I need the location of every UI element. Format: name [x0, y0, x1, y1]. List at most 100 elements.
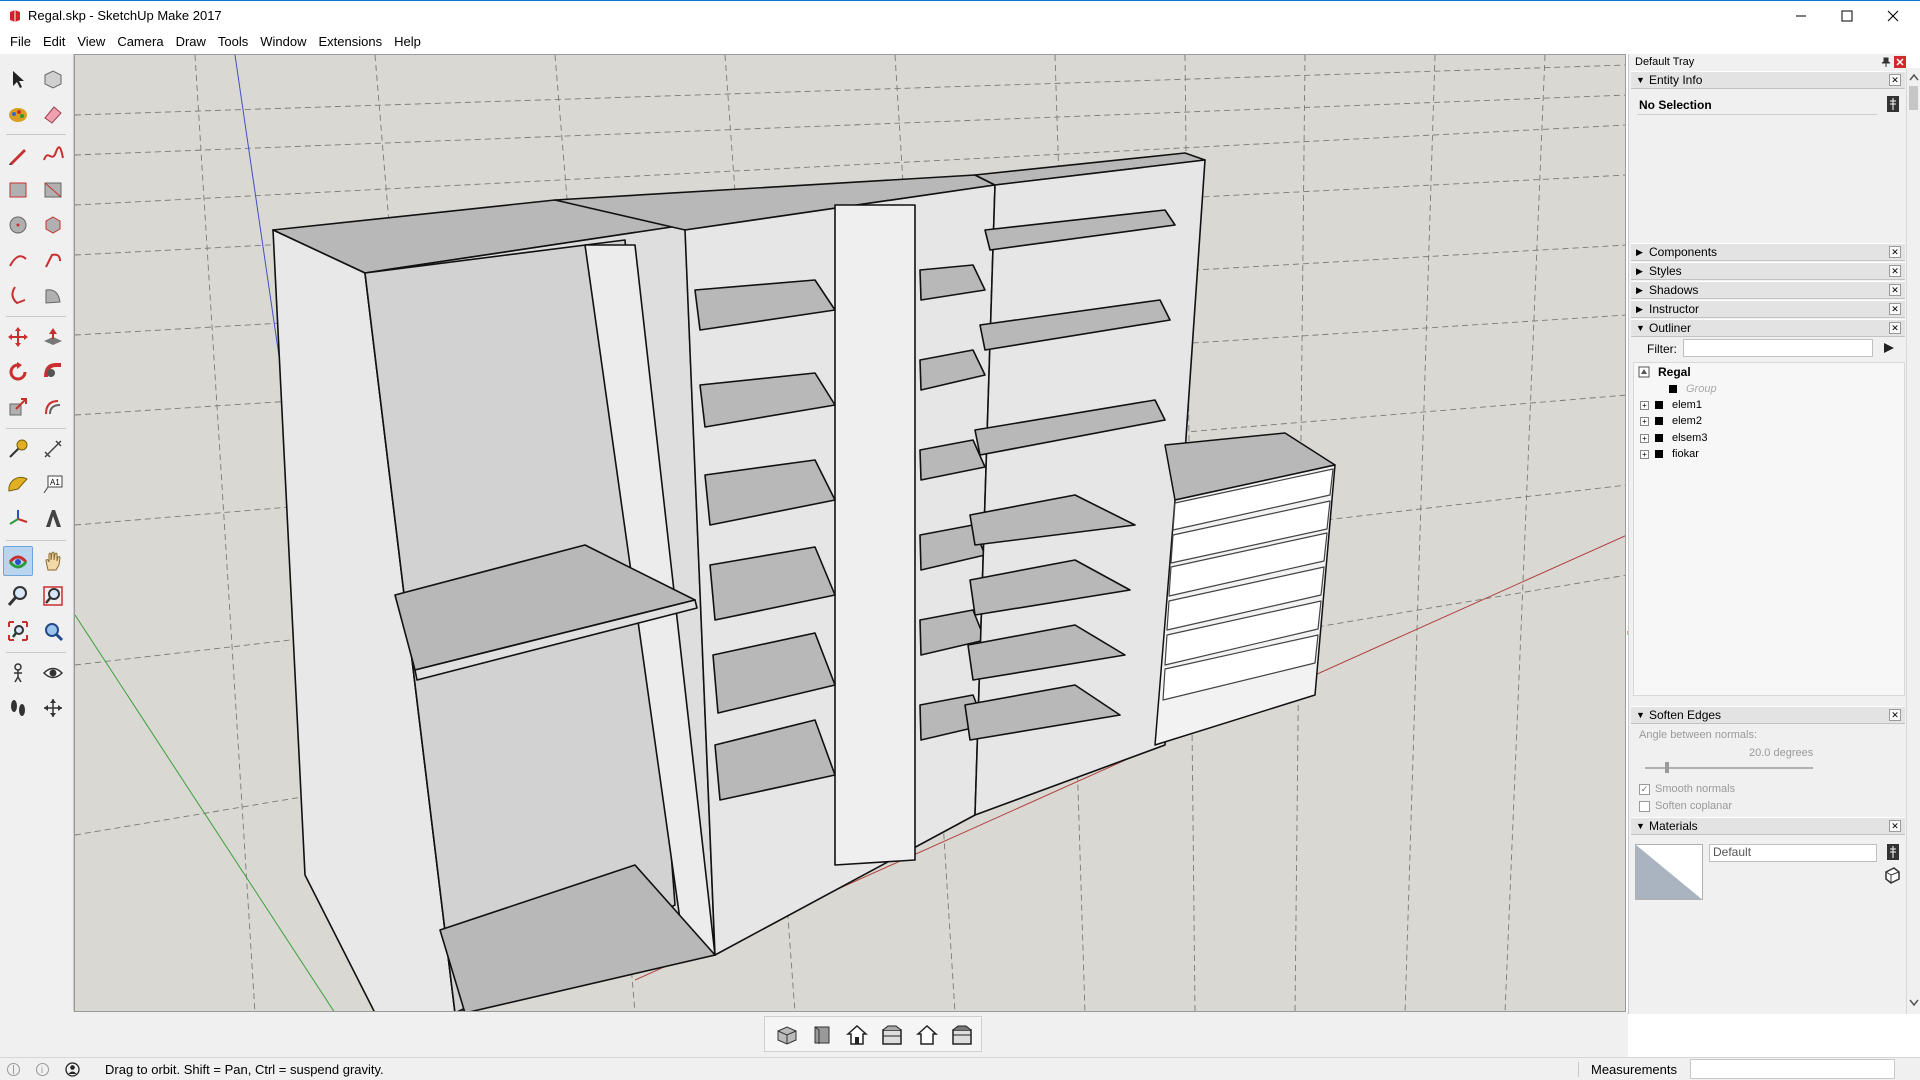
3d-text-tool[interactable] [38, 504, 68, 534]
outliner-item[interactable]: Group [1654, 381, 1717, 397]
rotated-rectangle-tool[interactable] [38, 175, 68, 205]
user-account-icon[interactable] [65, 1062, 80, 1077]
expand-plus-icon[interactable]: + [1640, 400, 1649, 410]
styles-header[interactable]: ▶ Styles ✕ [1631, 262, 1905, 280]
outliner-item[interactable]: + fiokar [1640, 446, 1699, 462]
scroll-down-icon[interactable] [1908, 998, 1920, 1008]
zoom-window-tool[interactable] [38, 581, 68, 611]
soften-coplanar-row[interactable]: Soften coplanar [1639, 800, 1732, 812]
smooth-normals-checkbox[interactable]: ✓ [1639, 783, 1650, 795]
menu-extensions[interactable]: Extensions [313, 32, 389, 52]
material-name-field[interactable]: Default [1709, 844, 1877, 862]
menu-window[interactable]: Window [254, 32, 312, 52]
three-point-arc-tool[interactable] [3, 280, 33, 310]
drawing-viewport[interactable] [74, 54, 1626, 1012]
view-front-button[interactable] [843, 1022, 871, 1048]
axes-tool[interactable] [3, 504, 33, 534]
outliner-options-arrow-icon[interactable] [1881, 340, 1897, 356]
details-toggle-icon[interactable] [1887, 844, 1899, 860]
smooth-normals-row[interactable]: ✓ Smooth normals [1639, 783, 1735, 795]
maximize-button[interactable] [1824, 1, 1870, 31]
dimension-tool[interactable] [38, 434, 68, 464]
orbit-tool[interactable] [3, 546, 33, 576]
outliner-root[interactable]: Regal [1638, 364, 1691, 380]
menu-help[interactable]: Help [388, 32, 427, 52]
minimize-button[interactable] [1778, 1, 1824, 31]
outliner-header[interactable]: ▼ Outliner ✕ [1631, 319, 1905, 337]
entity-info-header[interactable]: ▼ Entity Info ✕ [1631, 71, 1905, 89]
measurements-input[interactable] [1690, 1059, 1895, 1079]
tray-close-button[interactable] [1894, 56, 1906, 68]
menu-edit[interactable]: Edit [37, 32, 71, 52]
section-plane-tool[interactable] [38, 693, 68, 723]
panel-close-icon[interactable]: ✕ [1889, 820, 1901, 832]
soften-coplanar-checkbox[interactable] [1639, 800, 1650, 812]
panel-close-icon[interactable]: ✕ [1889, 246, 1901, 258]
soften-edges-header[interactable]: ▼ Soften Edges ✕ [1631, 706, 1905, 724]
line-tool[interactable] [3, 140, 33, 170]
zoom-extents-tool[interactable] [3, 616, 33, 646]
eraser-tool[interactable] [38, 99, 68, 129]
arc-tool[interactable] [3, 245, 33, 275]
model-canvas[interactable] [75, 55, 1626, 1012]
angle-slider-track[interactable] [1645, 767, 1813, 769]
previous-view-tool[interactable] [38, 616, 68, 646]
sample-paint-icon[interactable] [1883, 866, 1901, 884]
push-pull-tool[interactable] [38, 322, 68, 352]
expand-plus-icon[interactable]: + [1640, 416, 1649, 426]
look-around-tool[interactable] [38, 658, 68, 688]
tape-measure-tool[interactable] [3, 434, 33, 464]
walk-tool[interactable] [3, 693, 33, 723]
panel-close-icon[interactable]: ✕ [1889, 303, 1901, 315]
instructor-header[interactable]: ▶ Instructor ✕ [1631, 300, 1905, 318]
outliner-item[interactable]: + elem1 [1640, 397, 1702, 413]
shadows-header[interactable]: ▶ Shadows ✕ [1631, 281, 1905, 299]
view-right-button[interactable] [878, 1022, 906, 1048]
menu-camera[interactable]: Camera [111, 32, 169, 52]
view-iso-button[interactable] [773, 1022, 801, 1048]
expand-plus-icon[interactable]: + [1640, 449, 1649, 459]
zoom-tool[interactable] [3, 581, 33, 611]
materials-header[interactable]: ▼ Materials ✕ [1631, 817, 1905, 835]
components-header[interactable]: ▶ Components ✕ [1631, 243, 1905, 261]
outliner-filter-input[interactable] [1683, 339, 1873, 357]
menu-draw[interactable]: Draw [170, 32, 212, 52]
credits-info-icon[interactable]: i [35, 1062, 50, 1077]
menu-tools[interactable]: Tools [212, 32, 254, 52]
offset-tool[interactable] [38, 392, 68, 422]
menu-file[interactable]: File [4, 32, 37, 52]
rotate-tool[interactable] [3, 357, 33, 387]
expand-plus-icon[interactable]: + [1640, 433, 1649, 443]
polygon-tool[interactable] [38, 210, 68, 240]
rectangle-tool[interactable] [3, 175, 33, 205]
menu-view[interactable]: View [71, 32, 111, 52]
angle-slider-thumb[interactable] [1665, 762, 1669, 773]
pan-tool[interactable] [38, 546, 68, 576]
details-toggle-icon[interactable] [1887, 96, 1899, 112]
scroll-up-icon[interactable] [1908, 72, 1920, 82]
panel-close-icon[interactable]: ✕ [1889, 74, 1901, 86]
tray-scrollbar[interactable] [1906, 68, 1920, 1014]
follow-me-tool[interactable] [38, 357, 68, 387]
make-component-tool[interactable] [38, 64, 68, 94]
outliner-item[interactable]: + elem2 [1640, 413, 1702, 429]
view-top-button[interactable] [808, 1022, 836, 1048]
circle-tool[interactable] [3, 210, 33, 240]
freehand-tool[interactable] [38, 140, 68, 170]
text-tool[interactable]: A1 [38, 469, 68, 499]
scale-tool[interactable] [3, 392, 33, 422]
view-back-button[interactable] [913, 1022, 941, 1048]
protractor-tool[interactable] [3, 469, 33, 499]
two-point-arc-tool[interactable] [38, 245, 68, 275]
material-swatch[interactable] [1635, 844, 1703, 900]
panel-close-icon[interactable]: ✕ [1889, 709, 1901, 721]
geolocation-icon[interactable] [6, 1062, 21, 1077]
select-tool[interactable] [3, 64, 33, 94]
pie-tool[interactable] [38, 280, 68, 310]
scrollbar-thumb[interactable] [1909, 86, 1918, 110]
close-button[interactable] [1870, 1, 1916, 31]
panel-close-icon[interactable]: ✕ [1889, 322, 1901, 334]
paint-bucket-tool[interactable] [3, 99, 33, 129]
view-left-button[interactable] [948, 1022, 976, 1048]
panel-close-icon[interactable]: ✕ [1889, 265, 1901, 277]
